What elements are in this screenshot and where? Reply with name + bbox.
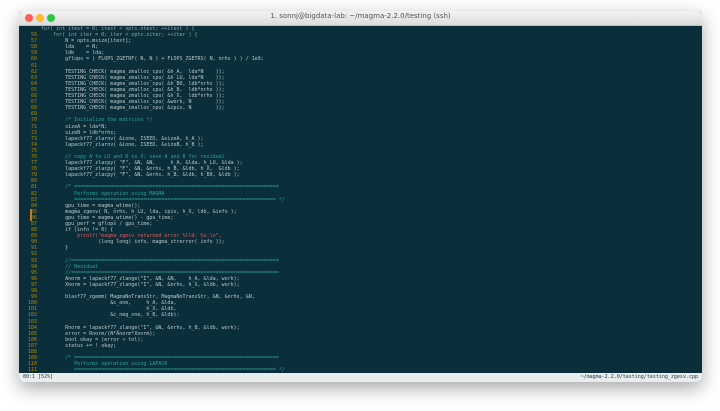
code-text: gpu_time = magma_wtime(); [41,202,141,209]
code-text: if (info != 0) { [41,227,114,234]
code-text: /* =====================================… [41,355,279,362]
code-text: gpu_time = magma_wtime() - gpu_time; [41,214,174,221]
cursor-position: 80:1 [52%] [23,374,54,380]
change-marker [30,208,32,215]
code-text: gpu_perf = gflops / gpu_time; [41,221,153,227]
code-text: sizeB = ldb*nrhs; [41,129,117,136]
title-bar: 1. sonnj@bigdata-lab: ~/magma-2.2.0/test… [19,11,702,26]
code-text: (long long) info, magma_strerror( info )… [41,239,225,246]
code-text: // copy A to LU and B to X; save A and B… [41,153,225,160]
code-text: //======================================… [41,269,279,276]
code-text: /* =====================================… [41,184,279,191]
code-text: } [41,245,69,252]
code-text: // Residual [41,263,99,270]
code-text: &c_one, h_A, &lda, [41,300,177,307]
code-text: TESTING_CHECK( magma_zmalloc_cpu( &h_B, … [41,86,225,93]
code-text: lapackf77_zlacpy( "F", &N, &N, h_A, &lda… [41,160,243,167]
code-text: lapackf77_zlarnv( &ione, ISEED, &sizeA, … [41,135,204,142]
code-text: TESTING_CHECK( magma_zmalloc_cpu( &h_B0,… [41,80,225,87]
code-text: lapackf77_zlacpy( "F", &N, &nrhs, h_B, &… [41,172,240,179]
code-text: ldb = lda; [41,50,105,57]
code-text: Performs operation using LAPACK [41,361,168,368]
code-text: gflops = ( FLOPS_ZGETRF( N, N ) + FLOPS_… [41,56,264,63]
change-marker [30,214,32,221]
code-text: Xnorm = lapackf77_zlange("I", &N, &nrhs,… [41,281,240,288]
code-text: h_X, &ldb, [41,306,177,313]
code-editor[interactable]: for( int itest = 0; itest < opts.ntest; … [19,26,702,373]
code-text: lapackf77_zlacpy( "F", &N, &nrhs, h_B, &… [41,166,240,173]
code-text: TESTING_CHECK( magma_zmalloc_cpu( &h_A, … [41,68,225,75]
code-text: N = opts.msize[itest]; [41,38,132,45]
code-text: TESTING_CHECK( magma_zmalloc_cpu( &h_LU,… [41,74,225,81]
code-text: lapackf77_zlarnv( &ione, ISEED, &sizeB, … [41,141,204,148]
code-text: Anorm = lapackf77_zlange("I", &N, &N, h_… [41,275,240,282]
code-text: Performs operation using MAGMA [41,190,165,197]
file-path: ~/magma-2.2.0/testing/testing_zgesv.cpp [580,374,698,380]
code-text: Rnorm = lapackf77_zlange("I", &N, &nrhs,… [41,324,240,331]
window-title: 1. sonnj@bigdata-lab: ~/magma-2.2.0/test… [270,12,451,20]
code-text: for( int iter = 0; iter < opts.niter; ++… [41,32,198,39]
code-text: sizeA = lda*N; [41,123,108,130]
code-text: &c_neg_one, h_B, &ldb); [41,312,180,319]
code-text: TESTING_CHECK( magma_imalloc_cpu( &ipiv,… [41,105,225,112]
code-text: error = Rnorm/(N*Anorm*Xnorm); [41,330,156,337]
code-text: bool okay = (error < tol); [41,336,144,343]
code-text: lda = N; [41,44,99,51]
vim-statusline: 80:1 [52%] ~/magma-2.2.0/testing/testing… [19,373,702,382]
terminal-window: 1. sonnj@bigdata-lab: ~/magma-2.2.0/test… [19,11,702,382]
code-text: TESTING_CHECK( magma_zmalloc_cpu( &work,… [41,99,225,106]
code-text: magma_zgesv( N, nrhs, h_LU, lda, ipiv, h… [41,208,237,215]
code-text: for( int itest = 0; itest < opts.ntest; … [41,26,195,32]
code-text: status += ! okay; [41,342,117,349]
code-text: blasf77_zgemm( MagmaNoTransStr, MagmaNoT… [41,294,255,301]
code-text: TESTING_CHECK( magma_zmalloc_cpu( &h_X, … [41,93,225,100]
code-lines: for( int itest = 0; itest < opts.ntest; … [19,26,702,373]
code-text: ========================================… [41,196,285,203]
code-text: //======================================… [41,257,279,264]
code-text: printf("magma_zgesv returned error %lld:… [41,233,222,240]
code-text: /* Initialize the matrices */ [41,117,153,124]
